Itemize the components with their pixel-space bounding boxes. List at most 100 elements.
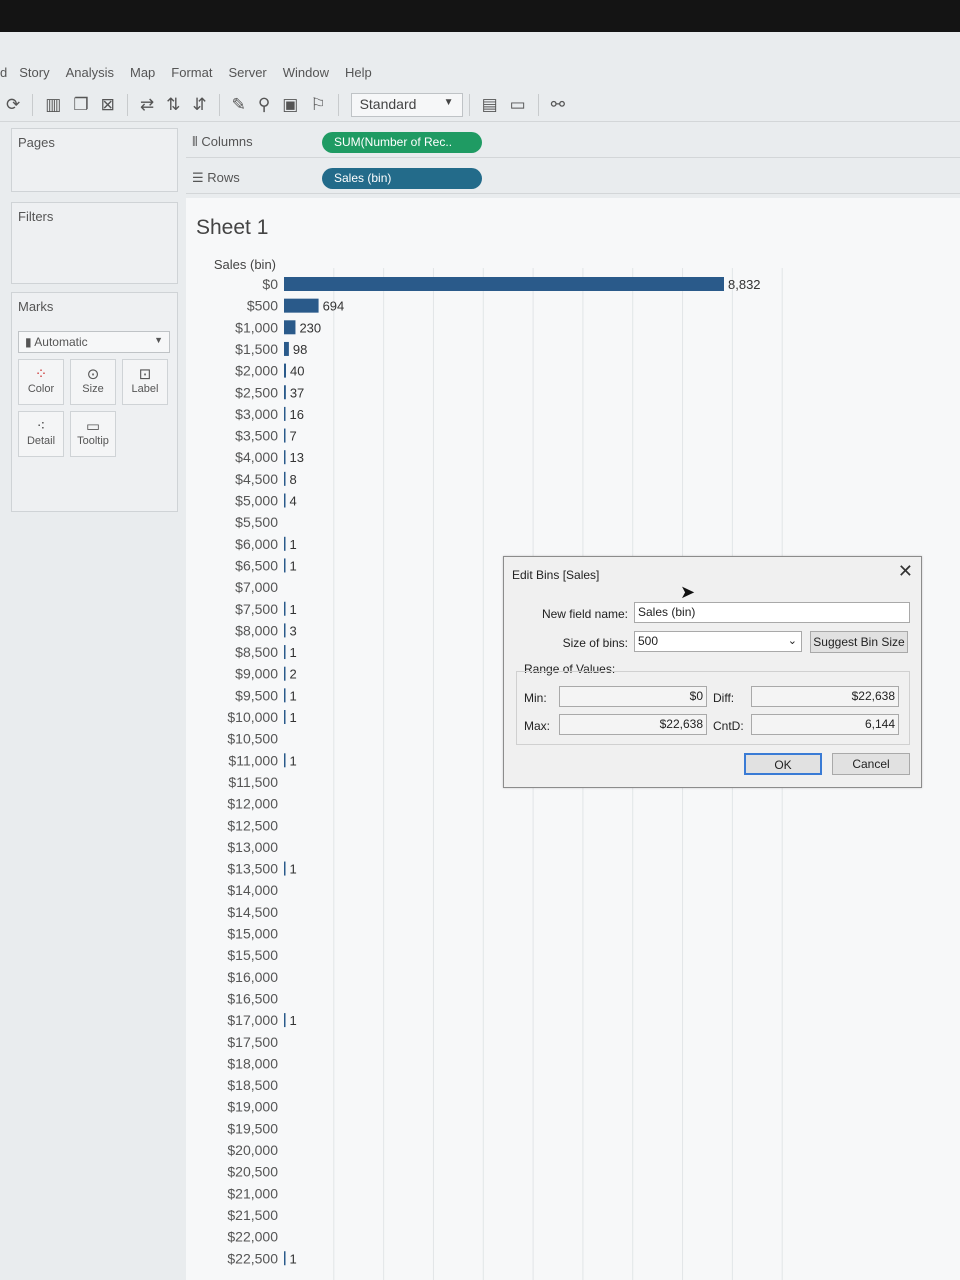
columns-pill[interactable]: SUM(Number of Rec.. — [322, 132, 482, 153]
bar — [284, 277, 724, 291]
data-label: 4 — [290, 494, 297, 509]
toolbar-separator — [537, 93, 539, 116]
new-field-name-input[interactable]: Sales (bin) — [634, 602, 910, 623]
bar-chart-icon: ▮ — [25, 335, 32, 349]
data-label: 1 — [290, 1251, 297, 1266]
menu-item-window[interactable]: Window — [283, 65, 329, 80]
chevron-down-icon: ▼ — [154, 335, 163, 345]
category-label: $15,500 — [227, 947, 278, 963]
group-icon[interactable]: ⚲ — [258, 95, 270, 115]
category-label: $15,000 — [227, 926, 278, 942]
close-icon[interactable]: ✕ — [898, 561, 913, 582]
category-label: $22,500 — [227, 1250, 278, 1266]
ok-button[interactable]: OK — [744, 753, 822, 775]
pages-title: Pages — [18, 135, 55, 150]
share-icon[interactable]: ⚯ — [551, 95, 565, 115]
chevron-down-icon: ▼ — [443, 96, 454, 108]
category-label: $2,000 — [235, 363, 278, 379]
menu-item-data[interactable]: d — [0, 65, 7, 80]
bar — [284, 623, 286, 638]
bar — [284, 645, 286, 660]
marks-tooltip-label: Tooltip — [77, 435, 109, 447]
columns-icon: ⦀ — [192, 135, 198, 150]
max-label: Max: — [524, 719, 551, 733]
data-label: 1 — [290, 1013, 297, 1028]
duplicate-sheet-icon[interactable]: ❐ — [73, 95, 88, 115]
show-me-icon[interactable]: ▤ — [482, 95, 498, 115]
refresh-icon[interactable]: ⟳ — [6, 95, 20, 115]
filters-panel[interactable]: Filters — [11, 202, 178, 284]
marks-detail-card[interactable]: ⁖ Detail — [18, 411, 64, 457]
category-label: $9,500 — [235, 687, 278, 703]
toolbar: ⟳ ▥ ❐ ⊠ ⇄ ⇅ ⇵ ✎ ⚲ ▣ ⚐ Standard ▼ ▤ ▭ ⚯ — [0, 88, 960, 122]
rows-shelf[interactable]: ☰ Rows Sales (bin) — [186, 162, 960, 194]
bar — [284, 428, 286, 443]
data-label: 40 — [290, 364, 304, 379]
diff-value-field: $22,638 — [751, 686, 899, 707]
bar — [284, 558, 286, 573]
category-label: $10,000 — [227, 709, 278, 725]
bar — [284, 298, 319, 313]
marks-color-card[interactable]: ⁘ Color — [18, 359, 64, 405]
tooltip-icon: ▭ — [85, 417, 101, 435]
menu-item-format[interactable]: Format — [171, 65, 212, 80]
presentation-icon[interactable]: ▭ — [510, 95, 526, 115]
menu-item-server[interactable]: Server — [228, 65, 266, 80]
bar — [284, 1013, 286, 1028]
bar — [284, 1251, 286, 1266]
category-label: $12,000 — [227, 796, 278, 812]
sort-descending-icon[interactable]: ⇵ — [192, 95, 206, 115]
clear-sheet-icon[interactable]: ⊠ — [101, 95, 115, 115]
mark-type-value: Automatic — [34, 335, 88, 349]
new-worksheet-icon[interactable]: ▥ — [45, 95, 61, 115]
toolbar-separator — [337, 93, 339, 116]
highlight-icon[interactable]: ✎ — [232, 95, 246, 115]
menu-item-help[interactable]: Help — [345, 65, 372, 80]
data-label: 1 — [290, 645, 297, 660]
edit-bins-dialog: Edit Bins [Sales] ✕ New field name: Sale… — [503, 556, 922, 788]
sort-ascending-icon[interactable]: ⇅ — [166, 95, 180, 115]
menu-item-map[interactable]: Map — [130, 65, 155, 80]
cancel-button[interactable]: Cancel — [832, 753, 910, 775]
size-of-bins-input[interactable]: 500 ⌄ — [634, 631, 802, 652]
marks-size-card[interactable]: ⊙ Size — [70, 359, 116, 405]
data-label: 98 — [293, 342, 307, 357]
marks-label-card[interactable]: ⊡ Label — [122, 359, 168, 405]
pages-panel[interactable]: Pages — [11, 128, 178, 192]
menu-item-story[interactable]: Story — [19, 65, 49, 80]
category-label: $18,000 — [227, 1055, 278, 1071]
bar — [284, 861, 286, 876]
marks-tooltip-card[interactable]: ▭ Tooltip — [70, 411, 116, 457]
filters-title: Filters — [18, 209, 54, 224]
category-label: $7,000 — [235, 579, 278, 595]
toolbar-separator — [218, 93, 220, 116]
category-label: $9,000 — [235, 666, 278, 682]
pin-icon[interactable]: ⚐ — [310, 95, 325, 115]
data-label: 1 — [290, 558, 297, 573]
label-icon: ⊡ — [138, 365, 152, 383]
rows-shelf-label: ☰ Rows — [192, 170, 240, 186]
category-label: $19,500 — [227, 1120, 278, 1136]
rows-pill[interactable]: Sales (bin) — [322, 168, 482, 189]
category-label: $3,000 — [235, 406, 278, 422]
category-label: $19,000 — [227, 1099, 278, 1115]
columns-shelf[interactable]: ⦀ Columns SUM(Number of Rec.. — [186, 126, 960, 158]
data-label: 8,832 — [728, 277, 761, 292]
rows-icon: ☰ — [192, 171, 204, 186]
label-icon[interactable]: ▣ — [282, 95, 298, 115]
fit-select[interactable]: Standard ▼ — [350, 92, 463, 117]
cntd-label: CntD: — [713, 719, 744, 733]
detail-icon: ⁖ — [36, 417, 46, 435]
menu-bar: d Story Analysis Map Format Server Windo… — [0, 58, 388, 86]
swap-icon[interactable]: ⇄ — [140, 95, 154, 115]
suggest-bin-size-button[interactable]: Suggest Bin Size — [810, 631, 908, 653]
chevron-down-icon[interactable]: ⌄ — [788, 634, 797, 647]
data-label: 37 — [290, 385, 304, 400]
category-label: $4,000 — [235, 449, 278, 465]
category-label: $0 — [262, 276, 278, 292]
category-label: $20,000 — [227, 1142, 278, 1158]
category-label: $13,000 — [227, 839, 278, 855]
category-label: $5,000 — [235, 493, 278, 509]
menu-item-analysis[interactable]: Analysis — [66, 65, 114, 80]
mark-type-select[interactable]: ▮ Automatic ▼ — [18, 331, 170, 353]
